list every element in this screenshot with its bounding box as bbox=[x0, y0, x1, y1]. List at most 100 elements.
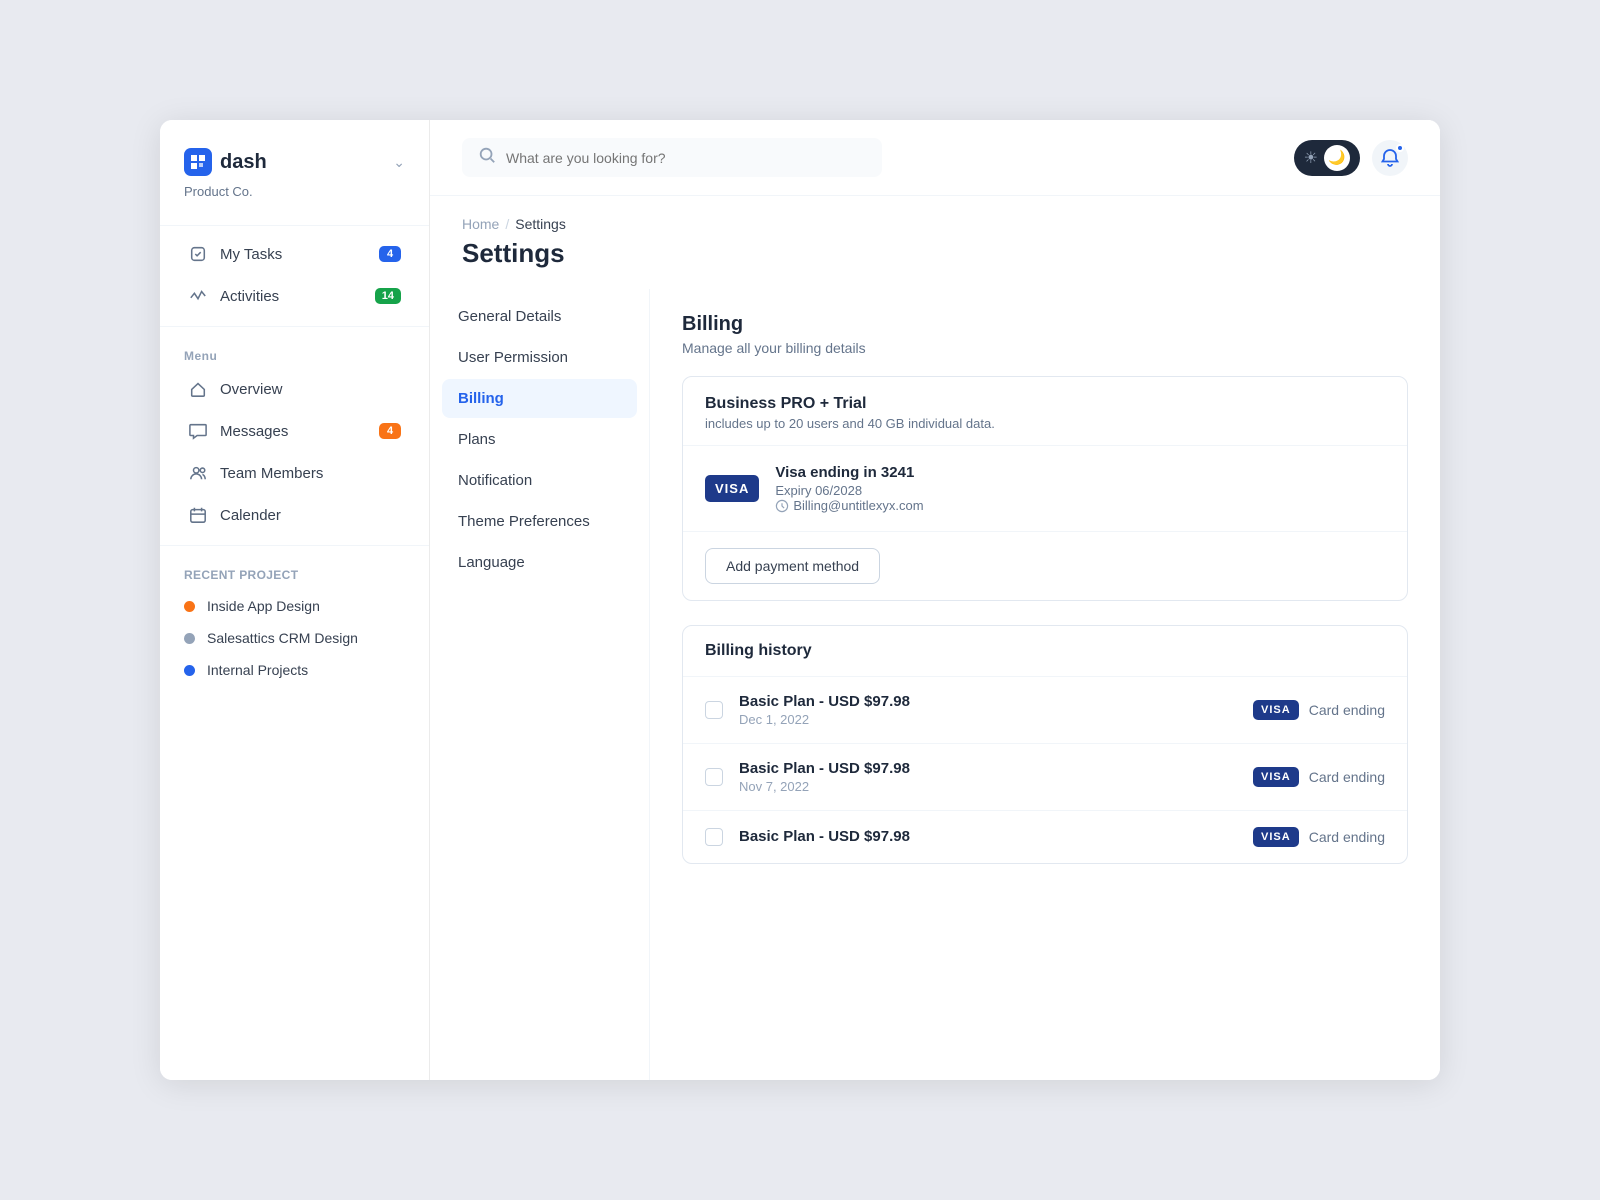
history-card-2: Card ending bbox=[1309, 829, 1385, 845]
sidebar-menu-nav: Overview Messages 4 Team bbox=[160, 369, 429, 537]
billing-header: Billing Manage all your billing details bbox=[682, 313, 1408, 356]
history-card-0: Card ending bbox=[1309, 702, 1385, 718]
project-inside-app-label: Inside App Design bbox=[207, 598, 320, 614]
settings-nav: General Details User Permission Billing … bbox=[430, 289, 650, 1080]
breadcrumb-home: Home bbox=[462, 216, 499, 232]
topbar: ☀ 🌙 bbox=[430, 120, 1440, 196]
search-bar[interactable] bbox=[462, 138, 882, 177]
project-salesattics[interactable]: Salesattics CRM Design bbox=[160, 622, 429, 654]
topbar-actions: ☀ 🌙 bbox=[1294, 140, 1408, 176]
breadcrumb: Home / Settings bbox=[430, 196, 1440, 238]
billing-history-title: Billing history bbox=[705, 642, 1385, 660]
sidebar-item-activities[interactable]: Activities 14 bbox=[176, 276, 413, 316]
billing-title: Billing bbox=[682, 313, 1408, 336]
settings-nav-notification[interactable]: Notification bbox=[442, 461, 637, 500]
payment-method-row: VISA Visa ending in 3241 Expiry 06/2028 … bbox=[683, 446, 1407, 532]
theme-toggle[interactable]: ☀ 🌙 bbox=[1294, 140, 1360, 176]
calender-icon bbox=[188, 505, 208, 525]
history-visa-0: VISA bbox=[1253, 700, 1299, 720]
search-icon bbox=[478, 146, 496, 169]
sidebar-header: dash ⌄ bbox=[160, 120, 429, 182]
overview-label: Overview bbox=[220, 381, 283, 398]
logo-area: dash bbox=[184, 148, 267, 176]
main: ☀ 🌙 Home / Settings Settings bbox=[430, 120, 1440, 1080]
chevron-down-icon[interactable]: ⌄ bbox=[393, 154, 405, 171]
breadcrumb-current: Settings bbox=[515, 216, 566, 232]
plan-header: Business PRO + Trial includes up to 20 u… bbox=[683, 377, 1407, 446]
settings-nav-plans[interactable]: Plans bbox=[442, 420, 637, 459]
moon-icon: 🌙 bbox=[1324, 145, 1350, 171]
add-payment-area: Add payment method bbox=[683, 532, 1407, 600]
recent-project-heading: RECENT PROJECT bbox=[160, 554, 429, 590]
history-date-0: Dec 1, 2022 bbox=[739, 712, 910, 727]
history-row-1: Basic Plan - USD $97.98 Nov 7, 2022 VISA… bbox=[683, 744, 1407, 811]
page-title-area: Settings bbox=[430, 238, 1440, 289]
settings-nav-user-permission[interactable]: User Permission bbox=[442, 338, 637, 377]
messages-badge: 4 bbox=[379, 423, 401, 439]
billing-history-section: Billing history Basic Plan - USD $97.98 … bbox=[682, 625, 1408, 864]
my-tasks-badge: 4 bbox=[379, 246, 401, 262]
sun-icon: ☀ bbox=[1304, 148, 1318, 168]
app-container: dash ⌄ Product Co. My Tasks 4 bbox=[160, 120, 1440, 1080]
history-card-1: Card ending bbox=[1309, 769, 1385, 785]
history-date-1: Nov 7, 2022 bbox=[739, 779, 910, 794]
plan-title: Business PRO + Trial bbox=[705, 395, 1385, 413]
billing-content: Billing Manage all your billing details … bbox=[650, 289, 1440, 1080]
history-visa-1: VISA bbox=[1253, 767, 1299, 787]
history-plan-1: Basic Plan - USD $97.98 bbox=[739, 760, 910, 777]
team-members-label: Team Members bbox=[220, 465, 323, 482]
divider-2 bbox=[160, 326, 429, 327]
content-body: General Details User Permission Billing … bbox=[430, 289, 1440, 1080]
sidebar-top-nav: My Tasks 4 Activities 14 bbox=[160, 234, 429, 318]
card-name: Visa ending in 3241 bbox=[775, 464, 923, 481]
app-name: dash bbox=[220, 151, 267, 174]
history-checkbox-1[interactable] bbox=[705, 768, 723, 786]
my-tasks-label: My Tasks bbox=[220, 246, 282, 263]
settings-nav-language[interactable]: Language bbox=[442, 543, 637, 582]
divider-1 bbox=[160, 225, 429, 226]
history-checkbox-0[interactable] bbox=[705, 701, 723, 719]
overview-icon bbox=[188, 379, 208, 399]
history-checkbox-2[interactable] bbox=[705, 828, 723, 846]
logo-svg bbox=[190, 154, 206, 170]
settings-nav-theme-preferences[interactable]: Theme Preferences bbox=[442, 502, 637, 541]
project-inside-app[interactable]: Inside App Design bbox=[160, 590, 429, 622]
breadcrumb-separator: / bbox=[505, 216, 509, 232]
sidebar-item-overview[interactable]: Overview bbox=[176, 369, 413, 409]
notifications-button[interactable] bbox=[1372, 140, 1408, 176]
sidebar: dash ⌄ Product Co. My Tasks 4 bbox=[160, 120, 430, 1080]
add-payment-button[interactable]: Add payment method bbox=[705, 548, 880, 584]
activities-label: Activities bbox=[220, 288, 279, 305]
billing-plan-section: Business PRO + Trial includes up to 20 u… bbox=[682, 376, 1408, 601]
settings-nav-general[interactable]: General Details bbox=[442, 297, 637, 336]
plan-description: includes up to 20 users and 40 GB indivi… bbox=[705, 416, 1385, 431]
page-title: Settings bbox=[462, 238, 1408, 269]
team-icon bbox=[188, 463, 208, 483]
project-salesattics-label: Salesattics CRM Design bbox=[207, 630, 358, 646]
billing-subtitle: Manage all your billing details bbox=[682, 340, 1408, 356]
sidebar-item-messages[interactable]: Messages 4 bbox=[176, 411, 413, 451]
project-dot-orange bbox=[184, 601, 195, 612]
card-expiry: Expiry 06/2028 bbox=[775, 483, 923, 498]
history-visa-2: VISA bbox=[1253, 827, 1299, 847]
sidebar-item-my-tasks[interactable]: My Tasks 4 bbox=[176, 234, 413, 274]
menu-label: Menu bbox=[160, 335, 429, 369]
activities-icon bbox=[188, 286, 208, 306]
visa-label: VISA bbox=[715, 481, 749, 496]
sidebar-item-team-members[interactable]: Team Members bbox=[176, 453, 413, 493]
activities-badge: 14 bbox=[375, 288, 401, 304]
history-row-2: Basic Plan - USD $97.98 VISA Card ending bbox=[683, 811, 1407, 863]
content: Home / Settings Settings General Details… bbox=[430, 196, 1440, 1080]
history-row-0: Basic Plan - USD $97.98 Dec 1, 2022 VISA… bbox=[683, 677, 1407, 744]
divider-3 bbox=[160, 545, 429, 546]
logo-icon bbox=[184, 148, 212, 176]
search-input[interactable] bbox=[506, 150, 866, 166]
tasks-icon bbox=[188, 244, 208, 264]
visa-badge: VISA bbox=[705, 475, 759, 502]
sidebar-item-calender[interactable]: Calender bbox=[176, 495, 413, 535]
project-internal[interactable]: Internal Projects bbox=[160, 654, 429, 686]
notification-dot bbox=[1396, 144, 1404, 152]
settings-nav-billing[interactable]: Billing bbox=[442, 379, 637, 418]
project-dot-gray bbox=[184, 633, 195, 644]
calender-label: Calender bbox=[220, 507, 281, 524]
